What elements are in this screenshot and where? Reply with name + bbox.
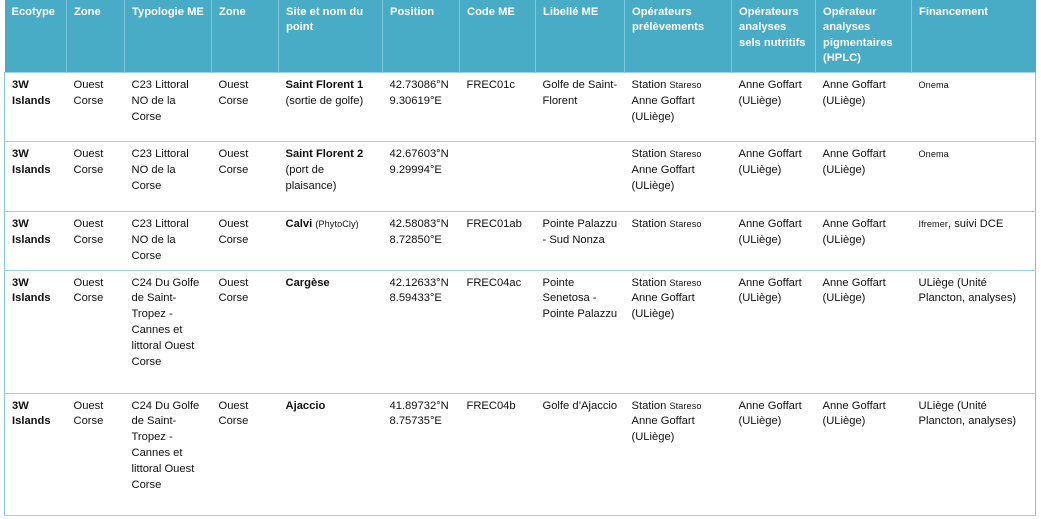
cell-financement: ULiège (Unité Plancton, analyses) <box>911 269 1036 394</box>
cell-code-me: FREC01c <box>459 71 536 142</box>
cell-zone-1: Ouest Corse <box>66 140 125 212</box>
cell-ecotype: 3W Islands <box>4 140 67 212</box>
cell-zone-2: Ouest Corse <box>211 71 279 142</box>
cell-zone-1: Ouest Corse <box>66 71 125 142</box>
column-header-typologie-me: Typologie ME <box>124 0 212 73</box>
cell-site-nom-point: Saint Florent 2 (port de plaisance) <box>278 140 383 212</box>
cell-operateurs-prelevements: Station Stareso Anne Goffart (ULiège) <box>624 71 732 142</box>
cell-position: 41.89732°N 8.75735°E <box>382 392 460 516</box>
column-header-zone-2: Zone <box>211 0 279 73</box>
cell-zone-1: Ouest Corse <box>66 269 125 394</box>
cell-operateurs-prelevements: Station Stareso Anne Goffart (ULiège) <box>624 392 732 516</box>
cell-libelle-me <box>535 140 625 212</box>
column-header-operateurs-prelevements: Opérateurs prélèvements <box>624 0 732 73</box>
table-row: 3W Islands Ouest Corse C24 Du Golfe de Sai… <box>4 392 1036 516</box>
cell-typologie-me: C23 Littoral NO de la Corse <box>124 71 212 142</box>
cell-ecotype: 3W Islands <box>4 392 67 516</box>
cell-operateurs-sels-nutritifs: Anne Goffart (ULiège) <box>731 71 816 142</box>
cell-libelle-me: Golfe d’Ajaccio <box>535 392 625 516</box>
column-header-position: Position <box>382 0 460 73</box>
column-header-operateurs-sels-nutritifs: Opérateurs analyses sels nutritifs <box>731 0 816 73</box>
cell-code-me: FREC01ab <box>459 210 536 271</box>
cell-site-nom-point: Calvi (PhytoCly) <box>278 210 383 271</box>
cell-operateurs-prelevements: Station Stareso Anne Goffart (ULiège) <box>624 269 732 394</box>
cell-zone-2: Ouest Corse <box>211 140 279 212</box>
column-header-site-nom-point: Site et nom du point <box>278 0 383 73</box>
cell-operateurs-sels-nutritifs: Anne Goffart (ULiège) <box>731 140 816 212</box>
table-row: 3W Islands Ouest Corse C23 Littoral NO de … <box>4 140 1036 212</box>
monitoring-sites-table: Ecotype Zone Typologie ME Zone Site et n… <box>4 0 1036 516</box>
column-header-operateur-pigments-hplc: Opérateur analyses pigmentaires (HPLC) <box>815 0 912 73</box>
cell-operateur-pigments-hplc: Anne Goffart (ULiège) <box>815 71 912 142</box>
cell-operateur-pigments-hplc: Anne Goffart (ULiège) <box>815 140 912 212</box>
cell-financement: Ifremer, suivi DCE <box>911 210 1036 271</box>
table-header: Ecotype Zone Typologie ME Zone Site et n… <box>4 0 1036 73</box>
cell-zone-1: Ouest Corse <box>66 210 125 271</box>
cell-code-me: FREC04ac <box>459 269 536 394</box>
cell-ecotype: 3W Islands <box>4 71 67 142</box>
table-row: 3W Islands Ouest Corse C24 Du Golfe de Sai… <box>4 269 1036 394</box>
cell-zone-1: Ouest Corse <box>66 392 125 516</box>
cell-libelle-me: Pointe Palazzu - Sud Nonza <box>535 210 625 271</box>
cell-zone-2: Ouest Corse <box>211 269 279 394</box>
cell-financement: Onema <box>911 71 1036 142</box>
column-header-code-me: Code ME <box>459 0 536 73</box>
cell-financement: ULiège (Unité Plancton, analyses) <box>911 392 1036 516</box>
cell-typologie-me: C24 Du Golfe de Saint-Tropez - Cannes et… <box>124 269 212 394</box>
cell-financement: Onema <box>911 140 1036 212</box>
cell-operateurs-prelevements: Station Stareso Anne Goffart (ULiège) <box>624 140 732 212</box>
cell-operateurs-prelevements: Station Stareso <box>624 210 732 271</box>
cell-typologie-me: C23 Littoral NO de la Corse <box>124 140 212 212</box>
cell-position: 42.12633°N 8.59433°E <box>382 269 460 394</box>
cell-position: 42.73086°N 9.30619°E <box>382 71 460 142</box>
table-row: 3W Islands Ouest Corse C23 Littoral NO de … <box>4 210 1036 271</box>
cell-site-nom-point: Saint Florent 1 (sortie de golfe) <box>278 71 383 142</box>
cell-operateurs-sels-nutritifs: Anne Goffart (ULiège) <box>731 210 816 271</box>
cell-ecotype: 3W Islands <box>4 269 67 394</box>
cell-site-nom-point: Ajaccio <box>278 392 383 516</box>
cell-operateur-pigments-hplc: Anne Goffart (ULiège) <box>815 392 912 516</box>
cell-code-me <box>459 140 536 212</box>
cell-zone-2: Ouest Corse <box>211 210 279 271</box>
cell-ecotype: 3W Islands <box>4 210 67 271</box>
cell-typologie-me: C24 Du Golfe de Saint-Tropez - Cannes et… <box>124 392 212 516</box>
cell-libelle-me: Golfe de Saint-Florent <box>535 71 625 142</box>
column-header-ecotype: Ecotype <box>4 0 67 73</box>
cell-position: 42.58083°N 8.72850°E <box>382 210 460 271</box>
cell-operateurs-sels-nutritifs: Anne Goffart (ULiège) <box>731 269 816 394</box>
cell-operateur-pigments-hplc: Anne Goffart (ULiège) <box>815 210 912 271</box>
table-row: 3W Islands Ouest Corse C23 Littoral NO de … <box>4 71 1036 142</box>
cell-typologie-me: C23 Littoral NO de la Corse <box>124 210 212 271</box>
table-header-row: Ecotype Zone Typologie ME Zone Site et n… <box>4 0 1036 73</box>
cell-operateurs-sels-nutritifs: Anne Goffart (ULiège) <box>731 392 816 516</box>
document-page: Ecotype Zone Typologie ME Zone Site et n… <box>0 0 1041 519</box>
table-body: 3W Islands Ouest Corse C23 Littoral NO de … <box>4 71 1036 516</box>
column-header-zone-1: Zone <box>66 0 125 73</box>
column-header-financement: Financement <box>911 0 1036 73</box>
cell-operateur-pigments-hplc: Anne Goffart (ULiège) <box>815 269 912 394</box>
cell-position: 42.67603°N 9.29994°E <box>382 140 460 212</box>
cell-zone-2: Ouest Corse <box>211 392 279 516</box>
cell-code-me: FREC04b <box>459 392 536 516</box>
column-header-libelle-me: Libellé ME <box>535 0 625 73</box>
cell-site-nom-point: Cargèse <box>278 269 383 394</box>
cell-libelle-me: Pointe Senetosa - Pointe Palazzu <box>535 269 625 394</box>
